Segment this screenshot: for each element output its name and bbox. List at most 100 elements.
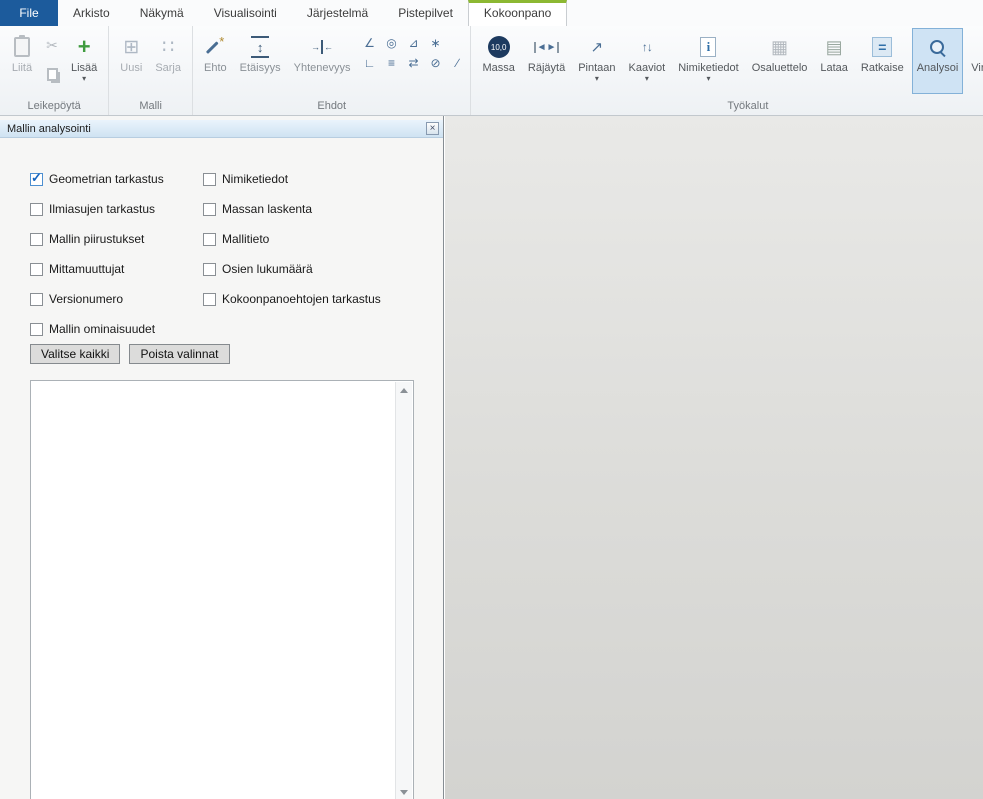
analysis-panel: Mallin analysointi × ✓ Geometrian tarkas…: [0, 116, 444, 799]
tab-kokoonpano[interactable]: Kokoonpano: [468, 0, 567, 26]
checkbox[interactable]: ✓: [203, 233, 216, 246]
add-button[interactable]: + Lisää ▾: [66, 28, 102, 94]
checkbox[interactable]: ✓: [30, 293, 43, 306]
checkbox[interactable]: ✓: [203, 293, 216, 306]
checkbox[interactable]: ✓: [30, 323, 43, 336]
angle-constraint-icon[interactable]: ∠: [362, 36, 376, 50]
tab-pistepilvet[interactable]: Pistepilvet: [383, 0, 468, 26]
explode-label: Räjäytä: [528, 62, 565, 74]
group-label-model: Malli: [115, 99, 186, 115]
file-menu-button[interactable]: File: [0, 0, 58, 26]
checkbox-row-model-info[interactable]: ✓ Mallitieto: [203, 224, 414, 254]
load-label: Lataa: [820, 62, 848, 74]
to-surface-label: Pintaan: [578, 62, 615, 74]
solve-label: Ratkaise: [861, 62, 904, 74]
model-canvas[interactable]: [445, 116, 983, 799]
distance-button[interactable]: ↕ Etäisyys: [235, 28, 286, 94]
tab-arkisto[interactable]: Arkisto: [58, 0, 125, 26]
cut-button[interactable]: ✂: [41, 34, 63, 56]
scrollbar[interactable]: [395, 382, 412, 799]
scroll-down-icon[interactable]: [396, 784, 412, 799]
mass-icon: 10,0: [488, 36, 510, 58]
series-button[interactable]: ∷ Sarja: [150, 28, 186, 94]
results-list[interactable]: [30, 380, 414, 799]
distance-icon: ↕: [251, 36, 269, 58]
menu-bar: File Arkisto Näkymä Visualisointi Järjes…: [0, 0, 983, 26]
group-label-tools: Työkalut: [477, 99, 983, 115]
checkbox-row-model-properties[interactable]: ✓ Mallin ominaisuudet: [30, 314, 203, 344]
coincidence-button[interactable]: → ← Yhtenevyys: [289, 28, 356, 94]
error-log-button[interactable]: ! Virheloki: [966, 28, 983, 94]
tangent-constraint-icon[interactable]: ⊿: [406, 36, 420, 50]
parallel-constraint-icon[interactable]: ≡: [384, 56, 398, 70]
checkbox-row-model-drawings[interactable]: ✓ Mallin piirustukset: [30, 224, 203, 254]
checkbox-row-geometry-check[interactable]: ✓ Geometrian tarkastus: [30, 164, 203, 194]
chevron-down-icon: ▾: [645, 76, 649, 81]
coincidence-icon: → ←: [311, 40, 333, 54]
swap-constraint-icon[interactable]: ⇄: [406, 56, 420, 70]
checkbox-row-item-data[interactable]: ✓ Nimiketiedot: [203, 164, 414, 194]
select-all-button[interactable]: Valitse kaikki: [30, 344, 120, 364]
group-label-clipboard: Leikepöytä: [6, 99, 102, 115]
checkbox[interactable]: ✓: [30, 233, 43, 246]
clear-selections-button[interactable]: Poista valinnat: [129, 344, 229, 364]
charts-label: Kaaviot: [629, 62, 666, 74]
perpendicular-constraint-icon[interactable]: ∟: [362, 56, 376, 70]
tab-visualisointi[interactable]: Visualisointi: [199, 0, 292, 26]
tab-nakyma[interactable]: Näkymä: [125, 0, 199, 26]
condition-button[interactable]: Ehto: [199, 28, 232, 94]
checkbox[interactable]: ✓: [203, 203, 216, 216]
exclude-constraint-icon[interactable]: ⊘: [428, 56, 442, 70]
concentric-constraint-icon[interactable]: ◎: [384, 36, 398, 50]
constraint-icons: ∠ ◎ ⊿ ∗ ∟ ≡ ⇄ ⊘ ∕: [362, 36, 464, 70]
analyze-button[interactable]: Analysoi: [912, 28, 964, 94]
paste-button[interactable]: Liitä: [6, 28, 38, 94]
application-window: File Arkisto Näkymä Visualisointi Järjes…: [0, 0, 983, 799]
series-icon: ∷: [162, 36, 174, 59]
clipboard-icon: [14, 37, 30, 57]
checkbox[interactable]: ✓: [30, 203, 43, 216]
to-surface-button[interactable]: ↗ Pintaan ▾: [573, 28, 620, 94]
checkbox[interactable]: ✓: [203, 263, 216, 276]
part-list-button[interactable]: ▦ Osaluettelo: [747, 28, 813, 94]
checkbox-row-dimension-variables[interactable]: ✓ Mittamuuttujat: [30, 254, 203, 284]
checkbox-row-assembly-constraints-check[interactable]: ✓ Kokoonpanoehtojen tarkastus: [203, 284, 414, 314]
group-label-conditions: Ehdot: [199, 99, 464, 115]
charts-button[interactable]: ↑↓ Kaaviot ▾: [624, 28, 671, 94]
layers-icon: ▤: [826, 37, 843, 58]
checkbox-row-mass-calculation[interactable]: ✓ Massan laskenta: [203, 194, 414, 224]
load-button[interactable]: ▤ Lataa: [815, 28, 853, 94]
solve-button[interactable]: = Ratkaise: [856, 28, 909, 94]
checkbox[interactable]: ✓: [203, 173, 216, 186]
series-label: Sarja: [155, 62, 181, 74]
checkbox-row-part-count[interactable]: ✓ Osien lukumäärä: [203, 254, 414, 284]
close-button[interactable]: ×: [426, 122, 439, 135]
checkbox-grid: ✓ Geometrian tarkastus ✓ Ilmiasujen tark…: [30, 164, 414, 344]
checkbox-row-version-number[interactable]: ✓ Versionumero: [30, 284, 203, 314]
equals-icon: =: [872, 37, 892, 57]
fix-constraint-icon[interactable]: ∕: [450, 56, 464, 70]
condition-label: Ehto: [204, 62, 227, 74]
copy-button[interactable]: [41, 63, 63, 85]
checkbox[interactable]: ✓: [30, 173, 43, 186]
mass-button[interactable]: 10,0 Massa: [477, 28, 519, 94]
new-button[interactable]: ⊞ Uusi: [115, 28, 147, 94]
checkbox[interactable]: ✓: [30, 263, 43, 276]
magnifier-icon: [929, 39, 946, 56]
explode-button[interactable]: ◄► Räjäytä: [523, 28, 570, 94]
error-log-label: Virheloki: [971, 62, 983, 74]
chevron-down-icon: ▾: [595, 76, 599, 81]
symmetry-constraint-icon[interactable]: ∗: [428, 36, 442, 50]
tab-jarjestelma[interactable]: Järjestelmä: [292, 0, 383, 26]
copy-icon: [47, 68, 58, 81]
scroll-up-icon[interactable]: [396, 382, 412, 399]
paste-label: Liitä: [12, 62, 32, 74]
mass-label: Massa: [482, 62, 514, 74]
checkbox-row-appearance-check[interactable]: ✓ Ilmiasujen tarkastus: [30, 194, 203, 224]
panel-buttons: Valitse kaikki Poista valinnat: [30, 344, 414, 364]
coincidence-label: Yhtenevyys: [294, 62, 351, 74]
item-data-button[interactable]: i Nimiketiedot ▾: [673, 28, 744, 94]
check-icon: ✓: [31, 170, 42, 186]
charts-icon: ↑↓: [642, 40, 652, 54]
analyze-label: Analysoi: [917, 62, 959, 74]
